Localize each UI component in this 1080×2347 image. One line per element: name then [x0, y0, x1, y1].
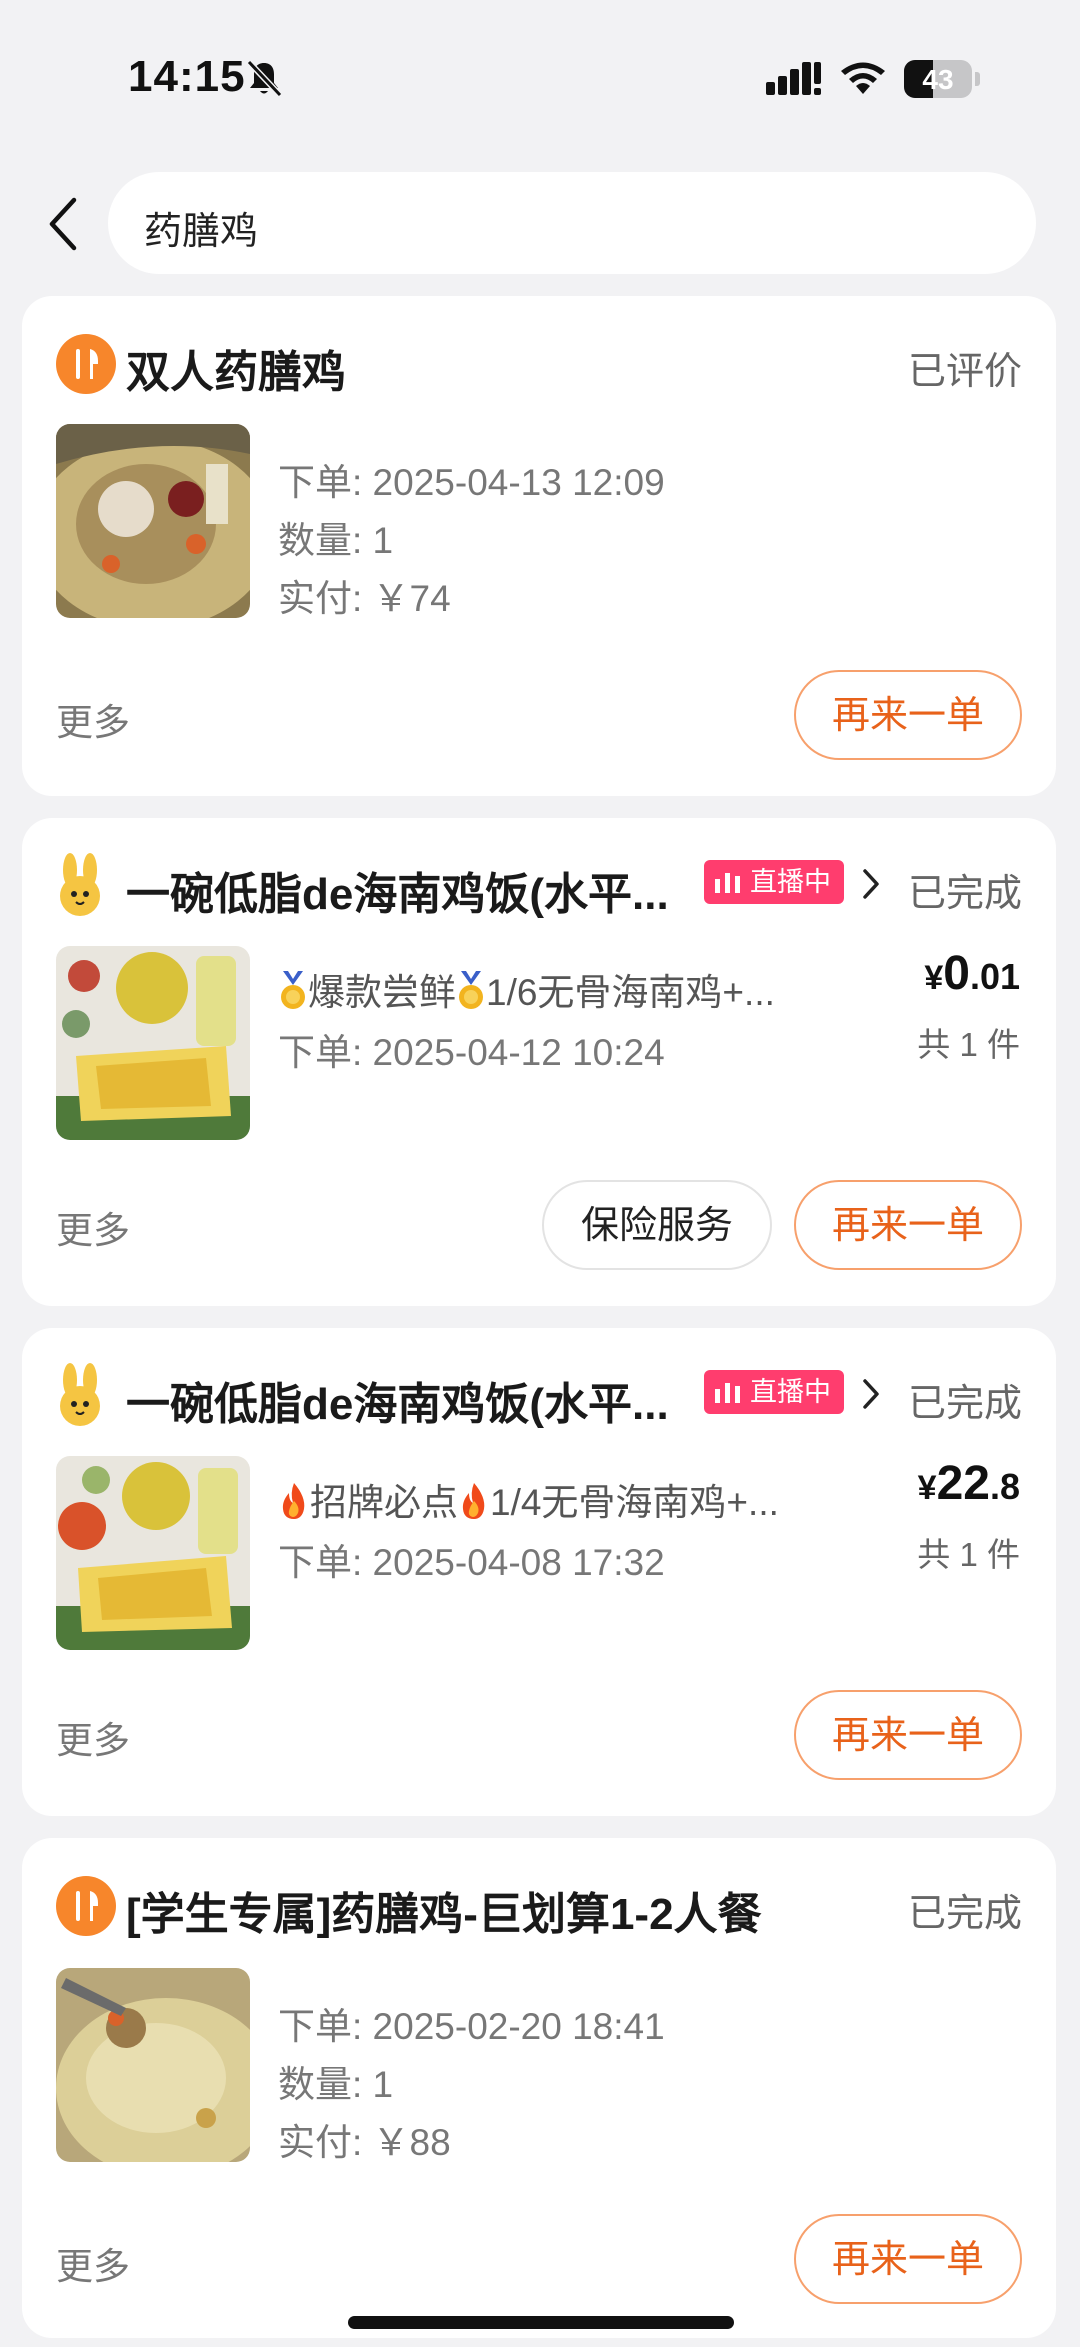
price-symbol: ¥	[924, 959, 944, 997]
more-link[interactable]: 更多	[56, 1200, 130, 1254]
order-paid: 实付: ￥88	[278, 2122, 451, 2163]
price-symbol: ¥	[917, 1469, 937, 1507]
order-price: ¥22.8	[918, 1456, 1020, 1511]
order-time: 下单: 2025-04-13 12:09	[278, 462, 665, 503]
live-badge[interactable]: 直播中	[704, 860, 844, 904]
item-count: 共 1 件	[917, 1536, 1020, 1573]
live-badge[interactable]: 直播中	[704, 1370, 844, 1414]
bell-off-icon	[246, 59, 283, 98]
reorder-button[interactable]: 再来一单	[794, 670, 1022, 760]
product-tag: 爆款尝鲜	[308, 972, 456, 1013]
battery-icon: 43	[904, 60, 972, 98]
order-card[interactable]: 一碗低脂de海南鸡饭(水平... 直播中 已完成 爆款尝鲜 1/6无骨海南鸡+.…	[22, 818, 1056, 1306]
order-card[interactable]: [学生专属]药膳鸡-巨划算1-2人餐 已完成 下单: 2025-02-20 18…	[22, 1838, 1056, 2338]
order-paid: 实付: ￥74	[278, 578, 451, 619]
status-bar: 14:15 43	[0, 0, 1080, 150]
food-thumbnail[interactable]	[56, 1968, 250, 2162]
product-title: 1/6无骨海南鸡+...	[486, 972, 775, 1013]
shop-name[interactable]: 双人药膳鸡	[126, 336, 346, 400]
cellular-signal-icon	[766, 62, 821, 95]
medal-icon	[459, 971, 483, 1009]
price-decimal: .8	[989, 1466, 1020, 1507]
live-badge-label: 直播中	[750, 867, 831, 897]
home-indicator[interactable]	[348, 2316, 734, 2329]
shop-name[interactable]: [学生专属]药膳鸡-巨划算1-2人餐	[126, 1878, 762, 1942]
battery-percent: 43	[922, 64, 954, 95]
order-status: 已评价	[907, 351, 1022, 393]
price-integer: 22	[936, 1457, 990, 1510]
order-quantity: 数量: 1	[278, 2064, 394, 2105]
order-card[interactable]: 双人药膳鸡 已评价 下单: 2025-04-13 12:09 数量: 1 实付:…	[22, 296, 1056, 796]
food-thumbnail[interactable]	[56, 946, 250, 1140]
live-bars-icon	[715, 1383, 740, 1403]
item-count: 共 1 件	[917, 1026, 1020, 1063]
shop-mascot-icon	[60, 1363, 100, 1426]
product-name[interactable]: 爆款尝鲜 1/6无骨海南鸡+...	[278, 962, 775, 1016]
fire-icon	[462, 1483, 485, 1519]
fire-icon	[282, 1483, 305, 1519]
reorder-button[interactable]: 再来一单	[794, 1180, 1022, 1270]
live-badge-label: 直播中	[750, 1377, 831, 1407]
product-title: 1/4无骨海南鸡+...	[490, 1482, 779, 1523]
search-input[interactable]: 药膳鸡	[108, 172, 1036, 274]
restaurant-icon	[56, 1876, 116, 1936]
shop-name[interactable]: 一碗低脂de海南鸡饭(水平...	[126, 858, 669, 922]
wifi-icon	[841, 62, 885, 94]
shop-mascot-icon	[60, 853, 100, 916]
order-status: 已完成	[907, 1383, 1022, 1425]
order-time: 下单: 2025-02-20 18:41	[278, 2006, 665, 2047]
medal-icon	[281, 971, 305, 1009]
more-link[interactable]: 更多	[56, 1710, 130, 1764]
price-integer: 0	[943, 947, 970, 1000]
product-name[interactable]: 招牌必点 1/4无骨海南鸡+...	[278, 1472, 779, 1526]
battery-tip	[975, 72, 980, 86]
reorder-button[interactable]: 再来一单	[794, 1690, 1022, 1780]
search-query: 药膳鸡	[144, 211, 259, 253]
order-time: 下单: 2025-04-08 17:32	[278, 1542, 665, 1583]
order-status: 已完成	[907, 1893, 1022, 1935]
more-link[interactable]: 更多	[56, 692, 130, 746]
back-arrow-icon[interactable]	[42, 192, 90, 256]
order-status: 已完成	[907, 873, 1022, 915]
order-price: ¥0.01	[924, 946, 1020, 1001]
food-thumbnail[interactable]	[56, 1456, 250, 1650]
more-link[interactable]: 更多	[56, 2236, 130, 2290]
chevron-right-icon[interactable]	[860, 866, 882, 902]
product-tag: 招牌必点	[310, 1482, 458, 1523]
order-card[interactable]: 一碗低脂de海南鸡饭(水平... 直播中 已完成 招牌必点 1/4无骨海南鸡+.…	[22, 1328, 1056, 1816]
status-time: 14:15	[128, 52, 246, 101]
reorder-button[interactable]: 再来一单	[794, 2214, 1022, 2304]
shop-name[interactable]: 一碗低脂de海南鸡饭(水平...	[126, 1368, 669, 1432]
insurance-button[interactable]: 保险服务	[542, 1180, 772, 1270]
price-decimal: .01	[969, 956, 1020, 997]
chevron-right-icon[interactable]	[860, 1376, 882, 1412]
food-thumbnail[interactable]	[56, 424, 250, 618]
order-quantity: 数量: 1	[278, 520, 394, 561]
live-bars-icon	[715, 873, 740, 893]
order-time: 下单: 2025-04-12 10:24	[278, 1032, 665, 1073]
restaurant-icon	[56, 334, 116, 394]
